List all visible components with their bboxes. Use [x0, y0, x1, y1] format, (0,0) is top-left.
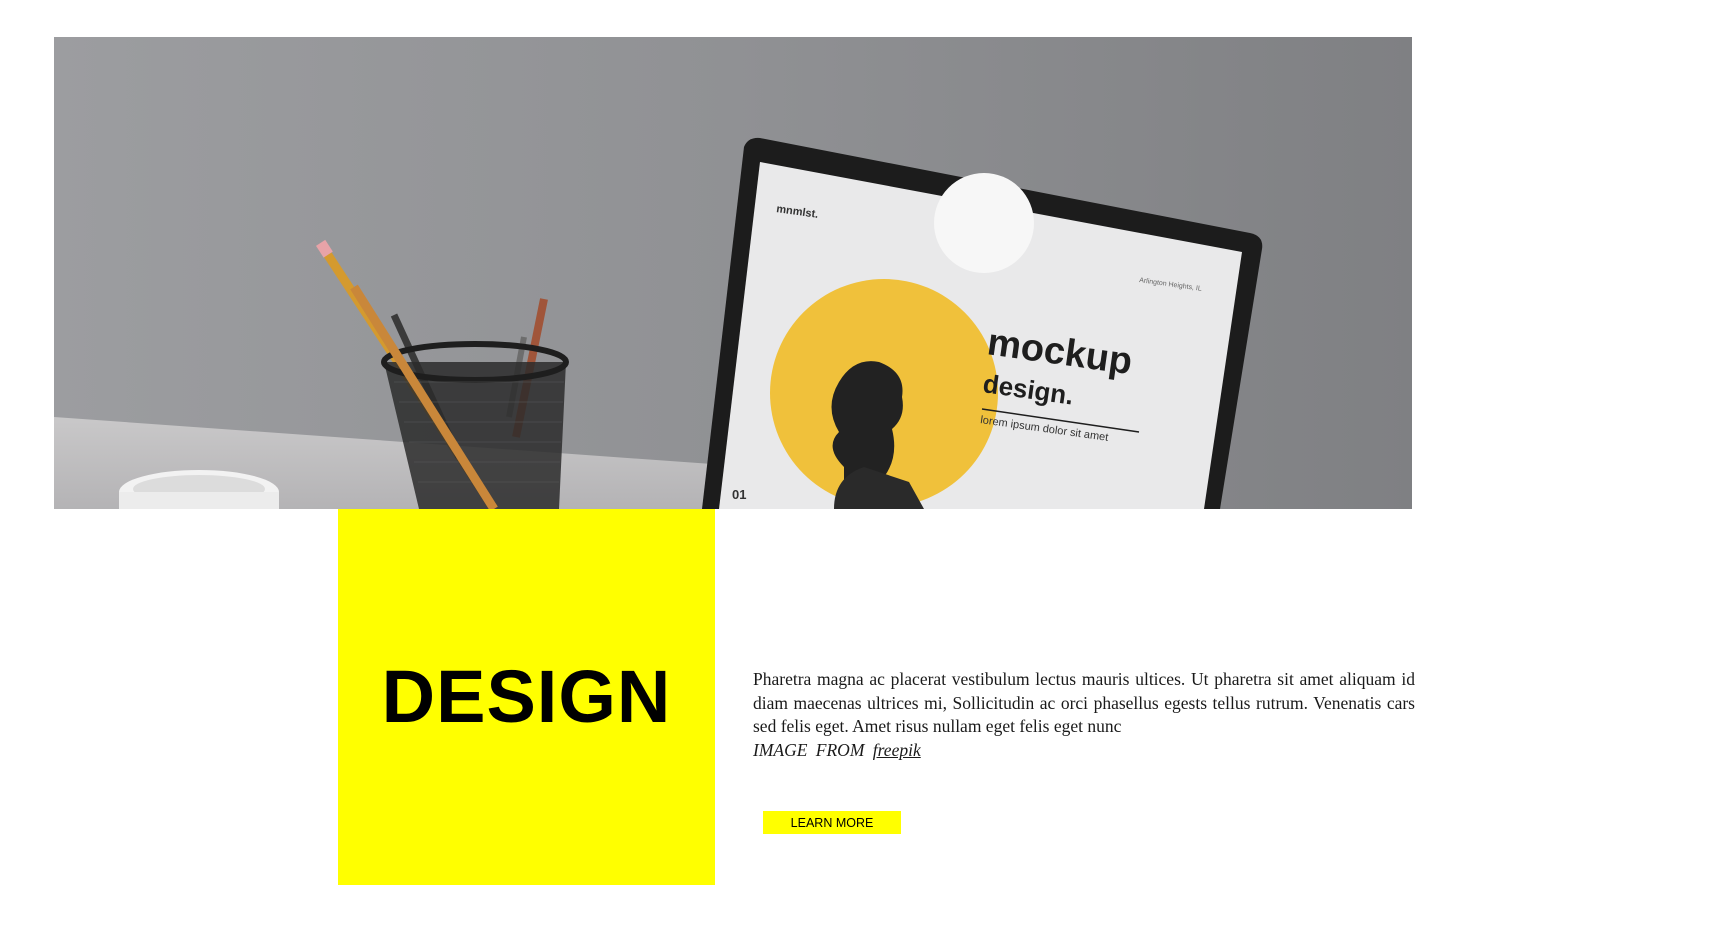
credit-prefix: IMAGE FROM	[753, 739, 865, 760]
design-box: DESIGN	[338, 509, 715, 885]
body-paragraph: Pharetra magna ac placerat vestibulum le…	[753, 668, 1415, 762]
image-credit: IMAGE FROM freepik	[753, 740, 921, 760]
screen-page-number: 01	[732, 487, 746, 502]
paragraph-text: Pharetra magna ac placerat vestibulum le…	[753, 669, 1415, 736]
freepik-link[interactable]: freepik	[873, 740, 921, 760]
hero-image: mnmlst. Arlington Heights, IL mockup des…	[54, 37, 1412, 509]
content-text-block: Pharetra magna ac placerat vestibulum le…	[753, 668, 1415, 762]
hero-photo: mnmlst. Arlington Heights, IL mockup des…	[54, 37, 1412, 509]
learn-more-button[interactable]: LEARN MORE	[763, 811, 901, 834]
design-title: DESIGN	[381, 655, 672, 738]
